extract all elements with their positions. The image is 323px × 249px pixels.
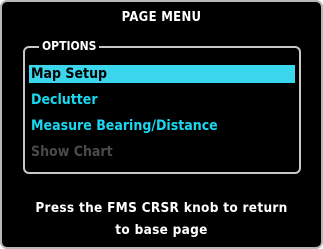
menu-item-declutter[interactable]: Declutter xyxy=(29,91,295,109)
menu-item-measure-bearing-distance[interactable]: Measure Bearing/Distance xyxy=(29,117,295,135)
menu-item-show-chart: Show Chart xyxy=(31,144,113,160)
options-group-label: OPTIONS xyxy=(39,39,100,53)
page-menu-window: PAGE MENU OPTIONS Map Setup Declutter Me… xyxy=(0,0,323,249)
options-group: OPTIONS Map Setup Declutter Measure Bear… xyxy=(23,39,301,174)
instruction-line-1: Press the FMS CRSR knob to return xyxy=(35,200,288,216)
page-menu-title: PAGE MENU xyxy=(121,10,202,25)
instruction-text: Press the FMS CRSR knob to return to bas… xyxy=(2,197,321,241)
menu-item-map-setup[interactable]: Map Setup xyxy=(29,65,295,83)
options-menu-list: Map Setup Declutter Measure Bearing/Dist… xyxy=(29,65,295,169)
instruction-line-2: to base page xyxy=(115,222,208,238)
